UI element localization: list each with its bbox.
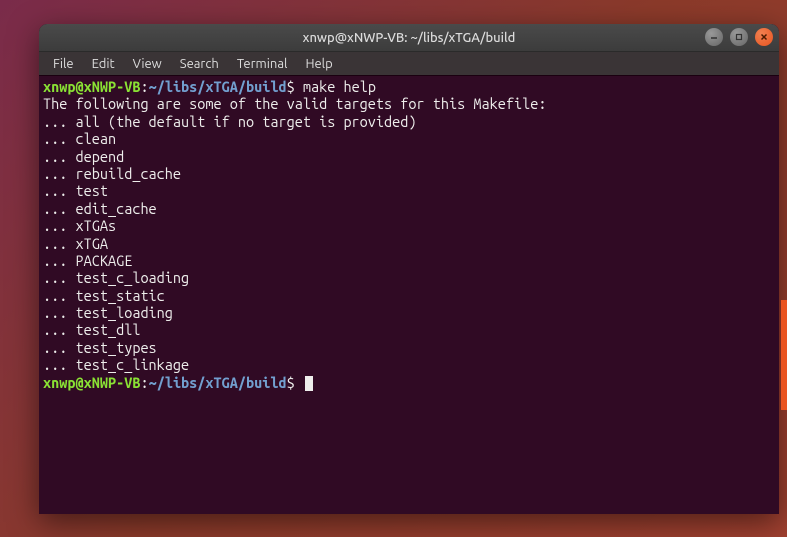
minimize-button[interactable]	[705, 28, 723, 46]
target-line: ... PACKAGE	[43, 252, 775, 269]
terminal-window: xnwp@xNWP-VB: ~/libs/xTGA/build File Edi…	[39, 24, 779, 514]
terminal-body[interactable]: xnwp@xNWP-VB:~/libs/xTGA/build$ make hel…	[39, 76, 779, 514]
target-line: ... depend	[43, 148, 775, 165]
target-line: ... all (the default if no target is pro…	[43, 113, 775, 130]
target-line: ... test	[43, 182, 775, 199]
command: make help	[303, 78, 376, 95]
target-line: ... rebuild_cache	[43, 165, 775, 182]
target-line: ... xTGAs	[43, 217, 775, 234]
menu-help[interactable]: Help	[297, 55, 340, 73]
menu-view[interactable]: View	[125, 55, 170, 73]
close-button[interactable]	[755, 28, 773, 46]
prompt-symbol: $	[287, 374, 295, 391]
command-text: make help	[295, 78, 376, 95]
prompt-path: ~/libs/xTGA/build	[149, 78, 287, 95]
prompt-line: xnwp@xNWP-VB:~/libs/xTGA/build$ make hel…	[43, 78, 775, 95]
target-line: ... test_dll	[43, 321, 775, 338]
prompt-user-host: xnwp@xNWP-VB	[43, 374, 140, 391]
prompt-user-host: xnwp@xNWP-VB	[43, 78, 140, 95]
prompt-symbol: $	[287, 78, 295, 95]
target-line: ... test_c_linkage	[43, 356, 775, 373]
titlebar[interactable]: xnwp@xNWP-VB: ~/libs/xTGA/build	[39, 24, 779, 52]
menu-file[interactable]: File	[45, 55, 82, 73]
menu-search[interactable]: Search	[172, 55, 227, 73]
menubar: File Edit View Search Terminal Help	[39, 52, 779, 76]
desktop-accent-edge	[781, 300, 787, 410]
close-icon	[760, 33, 768, 41]
target-line: ... xTGA	[43, 235, 775, 252]
prompt-line-2: xnwp@xNWP-VB:~/libs/xTGA/build$	[43, 374, 775, 391]
target-line: ... edit_cache	[43, 200, 775, 217]
menu-edit[interactable]: Edit	[84, 55, 123, 73]
target-line: ... test_c_loading	[43, 269, 775, 286]
target-line: ... test_static	[43, 287, 775, 304]
maximize-button[interactable]	[730, 28, 748, 46]
targets-list: ... all (the default if no target is pro…	[43, 113, 775, 374]
prompt-separator: :	[140, 78, 148, 95]
cursor	[305, 376, 313, 391]
window-title: xnwp@xNWP-VB: ~/libs/xTGA/build	[303, 31, 516, 45]
minimize-icon	[710, 33, 718, 41]
maximize-icon	[735, 33, 743, 41]
output-header: The following are some of the valid targ…	[43, 95, 775, 112]
target-line: ... test_loading	[43, 304, 775, 321]
target-line: ... clean	[43, 130, 775, 147]
window-controls	[705, 28, 773, 46]
menu-terminal[interactable]: Terminal	[229, 55, 296, 73]
prompt-separator: :	[140, 374, 148, 391]
prompt-path: ~/libs/xTGA/build	[149, 374, 287, 391]
target-line: ... test_types	[43, 339, 775, 356]
